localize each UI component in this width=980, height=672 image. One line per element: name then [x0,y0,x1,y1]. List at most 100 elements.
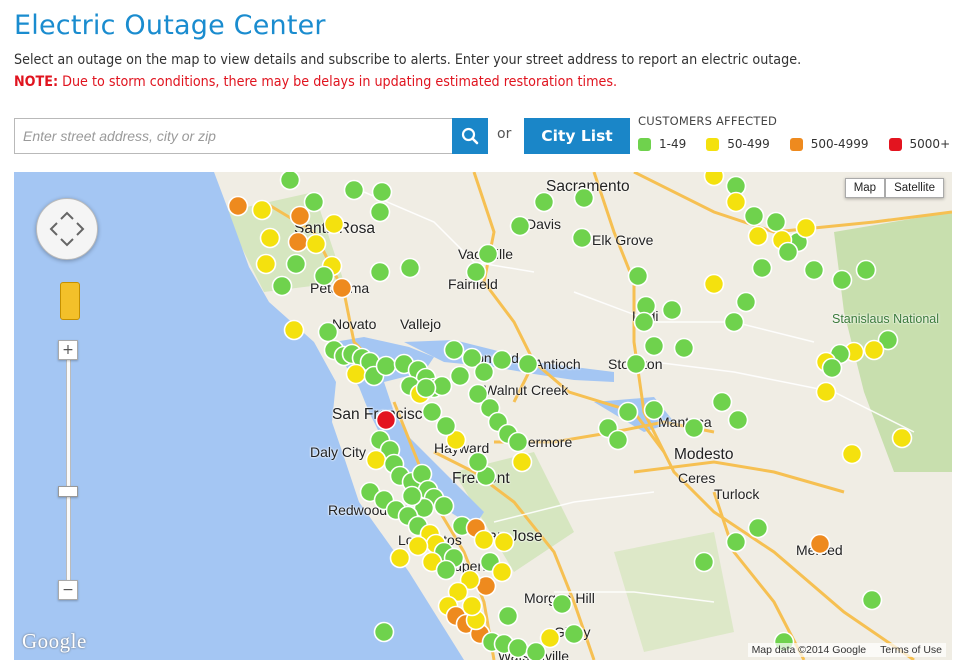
outage-marker[interactable] [491,561,513,583]
outage-marker[interactable] [283,319,305,341]
outage-marker[interactable] [401,485,423,507]
terms-of-use-link[interactable]: Terms of Use [880,644,942,656]
outage-marker[interactable] [227,195,249,217]
outage-marker[interactable] [525,641,547,661]
outage-marker[interactable] [861,589,883,611]
outage-marker[interactable] [493,531,515,553]
outage-marker[interactable] [317,321,339,343]
outage-marker[interactable] [371,181,393,203]
outage-marker[interactable] [373,621,395,643]
outage-marker[interactable] [711,391,733,413]
outage-marker[interactable] [369,201,391,223]
address-search-input[interactable] [14,118,452,154]
outage-marker[interactable] [563,623,585,645]
outage-marker[interactable] [415,377,437,399]
outage-marker[interactable] [399,257,421,279]
map-type-satellite-button[interactable]: Satellite [885,178,944,198]
outage-marker[interactable] [747,225,769,247]
outage-marker[interactable] [863,339,885,361]
outage-marker[interactable] [251,199,273,221]
outage-marker[interactable] [467,451,489,473]
outage-marker[interactable] [517,353,539,375]
outage-marker[interactable] [777,241,799,263]
outage-marker[interactable] [703,172,725,187]
outage-marker[interactable] [571,227,593,249]
outage-marker[interactable] [633,311,655,333]
zoom-out-button[interactable]: − [58,580,78,600]
outage-marker[interactable] [473,361,495,383]
outage-marker[interactable] [271,275,293,297]
search-button[interactable] [452,118,488,154]
outage-marker[interactable] [795,217,817,239]
outage-marker[interactable] [673,337,695,359]
outage-marker[interactable] [345,363,367,385]
zoom-in-button[interactable]: + [58,340,78,360]
outage-marker[interactable] [449,365,471,387]
outage-marker[interactable] [573,187,595,209]
outage-marker[interactable] [735,291,757,313]
outage-marker[interactable] [507,431,529,453]
outage-marker[interactable] [809,533,831,555]
outage-marker[interactable] [841,443,863,465]
outage-marker[interactable] [821,357,843,379]
outage-marker[interactable] [643,399,665,421]
outage-marker[interactable] [279,172,301,191]
outage-map[interactable]: Sacramento Santa Rosa Petaluma Vacaville… [14,172,952,660]
outage-marker[interactable] [331,277,353,299]
outage-marker[interactable] [435,415,457,437]
outage-marker[interactable] [511,451,533,473]
outage-marker[interactable] [727,409,749,431]
outage-marker[interactable] [259,227,281,249]
outage-marker[interactable] [747,517,769,539]
outage-marker[interactable] [433,495,455,517]
outage-marker[interactable] [831,269,853,291]
outage-marker[interactable] [533,191,555,213]
outage-marker[interactable] [743,205,765,227]
outage-marker[interactable] [683,417,705,439]
zoom-slider-handle[interactable] [58,486,78,497]
outage-marker[interactable] [443,339,465,361]
outage-marker[interactable] [255,253,277,275]
outage-marker[interactable] [497,605,519,627]
outage-marker[interactable] [617,401,639,423]
zoom-slider-track[interactable] [66,357,71,592]
outage-marker[interactable] [303,191,325,213]
outage-marker[interactable] [725,531,747,553]
outage-marker[interactable] [765,211,787,233]
outage-marker[interactable] [815,381,837,403]
outage-marker[interactable] [477,243,499,265]
outage-marker[interactable] [693,551,715,573]
outage-marker[interactable] [421,401,443,423]
outage-marker[interactable] [725,191,747,213]
map-type-map-button[interactable]: Map [844,178,886,198]
outage-marker[interactable] [323,213,345,235]
outage-marker[interactable] [365,449,387,471]
outage-marker[interactable] [643,335,665,357]
outage-marker[interactable] [473,529,495,551]
outage-marker[interactable] [287,231,309,253]
outage-marker[interactable] [285,253,307,275]
outage-marker[interactable] [389,547,411,569]
outage-marker[interactable] [509,215,531,237]
outage-marker[interactable] [551,593,573,615]
outage-marker[interactable] [465,261,487,283]
street-view-pegman-icon[interactable] [60,282,80,320]
outage-marker[interactable] [305,233,327,255]
outage-marker[interactable] [607,429,629,451]
outage-marker[interactable] [369,261,391,283]
outage-marker[interactable] [723,311,745,333]
outage-marker[interactable] [375,409,397,431]
outage-marker[interactable] [625,353,647,375]
outage-marker[interactable] [289,205,311,227]
outage-marker[interactable] [539,627,561,649]
outage-marker[interactable] [343,179,365,201]
outage-marker[interactable] [891,427,913,449]
outage-marker[interactable] [461,595,483,617]
outage-marker[interactable] [803,259,825,281]
outage-marker[interactable] [313,265,335,287]
outage-marker[interactable] [703,273,725,295]
pan-control[interactable] [36,198,98,260]
outage-marker[interactable] [751,257,773,279]
outage-marker[interactable] [627,265,649,287]
outage-marker[interactable] [855,259,877,281]
